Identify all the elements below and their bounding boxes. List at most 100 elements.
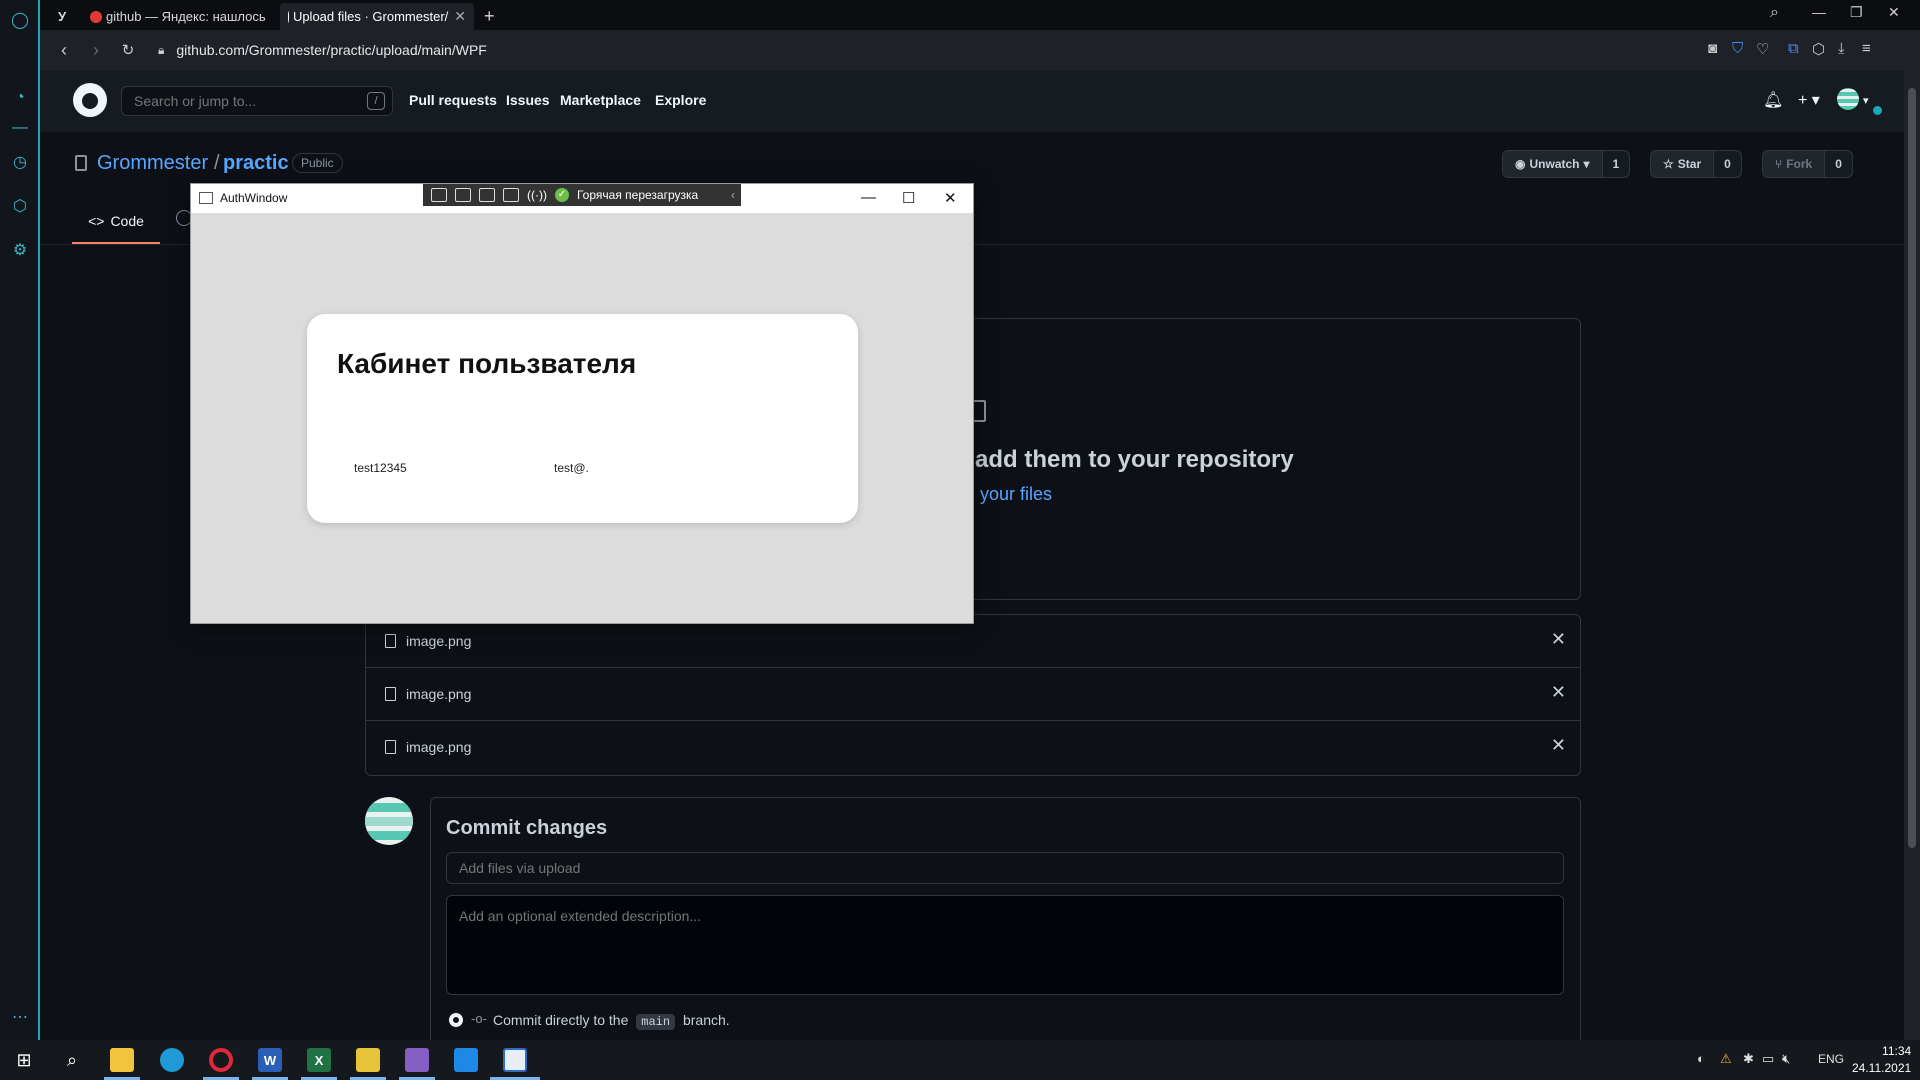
search-icon[interactable]: ⌕: [60, 1048, 84, 1072]
tab-github-upload[interactable]: Upload files · Grommester/ ✕: [280, 3, 474, 30]
word-icon[interactable]: W: [258, 1048, 282, 1072]
file-icon: [385, 687, 396, 701]
clock-time: 11:34: [1882, 1044, 1912, 1058]
search-input[interactable]: [121, 86, 393, 116]
star-button[interactable]: ☆ Star 0: [1650, 150, 1742, 178]
language-indicator[interactable]: ENG: [1818, 1052, 1844, 1066]
commit-direct-radio[interactable]: [449, 1013, 463, 1027]
opera-icon[interactable]: [209, 1048, 233, 1072]
speed-dial-icon[interactable]: ◔: [8, 86, 32, 110]
opera-sidebar: ◯ ◔ — ◷ ⬡ ⚙ ⋯: [0, 0, 40, 1040]
commit-description-textarea[interactable]: [446, 895, 1564, 995]
nav-marketplace[interactable]: Marketplace: [560, 92, 641, 108]
history-icon[interactable]: ◷: [8, 150, 32, 174]
vscode-icon[interactable]: [454, 1048, 478, 1072]
user-avatar[interactable]: [1837, 88, 1859, 110]
settings-gear-icon[interactable]: ⚙: [8, 238, 32, 262]
remove-file-icon[interactable]: ✕: [1551, 735, 1566, 756]
tab-close-icon[interactable]: ✕: [448, 8, 466, 25]
tab-pinned[interactable]: У: [50, 3, 76, 30]
remove-file-icon[interactable]: ✕: [1551, 682, 1566, 703]
tray-bluetooth-icon[interactable]: ✱: [1743, 1051, 1754, 1067]
opera-menu-icon[interactable]: ◯: [8, 8, 32, 32]
extensions-icon[interactable]: ⬡: [8, 194, 32, 218]
forward-icon[interactable]: ›: [80, 40, 112, 61]
code-icon: <>: [88, 213, 105, 229]
tab-pinned-label: У: [58, 9, 67, 24]
sticky-notes-icon[interactable]: [356, 1048, 380, 1072]
commit-summary-input[interactable]: [446, 852, 1564, 884]
volume-muted-icon[interactable]: 🔇︎: [1782, 1051, 1790, 1067]
create-new-plus-icon[interactable]: + ▾: [1798, 90, 1820, 110]
tray-app-icon[interactable]: ◐: [1697, 1051, 1705, 1066]
accessibility-icon[interactable]: ((·)): [527, 188, 547, 202]
display-adorners-icon[interactable]: [455, 188, 471, 202]
auth-window-titlebar[interactable]: AuthWindow ((·)) ✓ Горячая перезагрузка …: [191, 184, 973, 213]
fork-button[interactable]: ⑂ Fork 0: [1762, 150, 1853, 178]
repo-name-link[interactable]: practic: [223, 152, 289, 175]
github-logo-icon[interactable]: [73, 83, 107, 117]
tray-warning-icon[interactable]: ⚠: [1720, 1051, 1732, 1067]
tab-code[interactable]: <> Code: [72, 200, 160, 244]
wpf-app-icon[interactable]: [503, 1048, 527, 1072]
fork-count[interactable]: 0: [1824, 151, 1852, 177]
favorite-heart-icon[interactable]: ♡: [1756, 40, 1769, 58]
tab-github-label: Upload files · Grommester/: [292, 9, 449, 24]
repo-owner-link[interactable]: Grommester: [97, 152, 208, 175]
close-icon[interactable]: ✕: [944, 189, 957, 207]
binding-failures-icon[interactable]: [503, 188, 519, 202]
translate-icon[interactable]: ⧉: [1788, 40, 1799, 57]
track-focus-icon[interactable]: [479, 188, 495, 202]
commit-option-suffix: branch.: [682, 1012, 730, 1028]
avatar-dropdown-caret-icon[interactable]: ▾: [1863, 94, 1869, 107]
watch-count[interactable]: 1: [1601, 151, 1630, 177]
wpf-debug-toolbar: ((·)) ✓ Горячая перезагрузка ‹: [423, 184, 741, 206]
caret-down-icon: ▾: [1583, 157, 1590, 171]
notifications-bell-icon[interactable]: 🔔︎: [1763, 90, 1783, 110]
select-element-icon[interactable]: [431, 188, 447, 202]
maximize-icon[interactable]: ☐: [902, 189, 915, 207]
nav-explore[interactable]: Explore: [655, 92, 706, 108]
branch-name: main: [636, 1014, 676, 1030]
tab-yandex[interactable]: github — Яндекс: нашлось ✕: [82, 3, 308, 30]
excel-icon[interactable]: X: [307, 1048, 331, 1072]
extension-cube-icon[interactable]: ⬡: [1812, 40, 1825, 58]
dropzone-title: add them to your repository: [975, 446, 1294, 473]
windows-start-icon[interactable]: ⊞: [12, 1048, 36, 1072]
visual-studio-icon[interactable]: [405, 1048, 429, 1072]
browser-search-icon[interactable]: ⌕: [1770, 4, 1779, 22]
edge-icon[interactable]: [160, 1048, 184, 1072]
windows-taskbar: ⊞ ⌕ W X ◐ ⚠ ✱ ▭ 🔇︎ ENG 11:34 24.11.2021: [0, 1040, 1920, 1080]
star-icon: ☆: [1663, 157, 1674, 171]
clock[interactable]: 11:34 24.11.2021: [1852, 1043, 1911, 1077]
scrollbar-thumb[interactable]: [1908, 88, 1916, 848]
vpn-shield-icon[interactable]: ⛉: [1732, 40, 1743, 57]
page-scrollbar[interactable]: [1904, 70, 1920, 1040]
remove-file-icon[interactable]: ✕: [1551, 629, 1566, 650]
nav-pull-requests[interactable]: Pull requests: [409, 92, 497, 108]
url-field[interactable]: github.com/Grommester/practic/upload/mai…: [176, 42, 486, 58]
minimize-icon[interactable]: —: [1812, 4, 1826, 20]
choose-files-link[interactable]: your files: [980, 484, 1052, 505]
close-icon[interactable]: ✕: [1888, 4, 1900, 21]
restore-icon[interactable]: ❐: [1850, 4, 1863, 21]
download-icon[interactable]: ⤓: [1838, 40, 1845, 57]
fork-label: Fork: [1786, 157, 1813, 171]
more-icon[interactable]: ⋯: [8, 1005, 32, 1029]
collapse-toolbar-icon[interactable]: ‹: [731, 188, 735, 202]
easy-setup-icon[interactable]: ≡: [1862, 40, 1871, 57]
minimize-icon[interactable]: —: [861, 189, 876, 206]
file-explorer-icon[interactable]: [110, 1048, 134, 1072]
back-icon[interactable]: ‹: [48, 40, 80, 61]
star-count[interactable]: 0: [1713, 151, 1741, 177]
reload-icon[interactable]: ↻: [112, 41, 144, 59]
tab-yandex-label: github — Яндекс: нашлось: [106, 9, 266, 24]
nav-issues[interactable]: Issues: [506, 92, 550, 108]
snapshot-icon[interactable]: ◙: [1708, 40, 1717, 57]
hot-reload-label[interactable]: Горячая перезагрузка: [577, 188, 698, 202]
network-icon[interactable]: ▭: [1762, 1051, 1774, 1067]
visibility-badge: Public: [292, 153, 343, 173]
new-tab-button[interactable]: +: [476, 3, 500, 30]
file-name: image.png: [406, 686, 472, 702]
watch-button[interactable]: ◉ Unwatch ▾ 1: [1502, 150, 1631, 178]
